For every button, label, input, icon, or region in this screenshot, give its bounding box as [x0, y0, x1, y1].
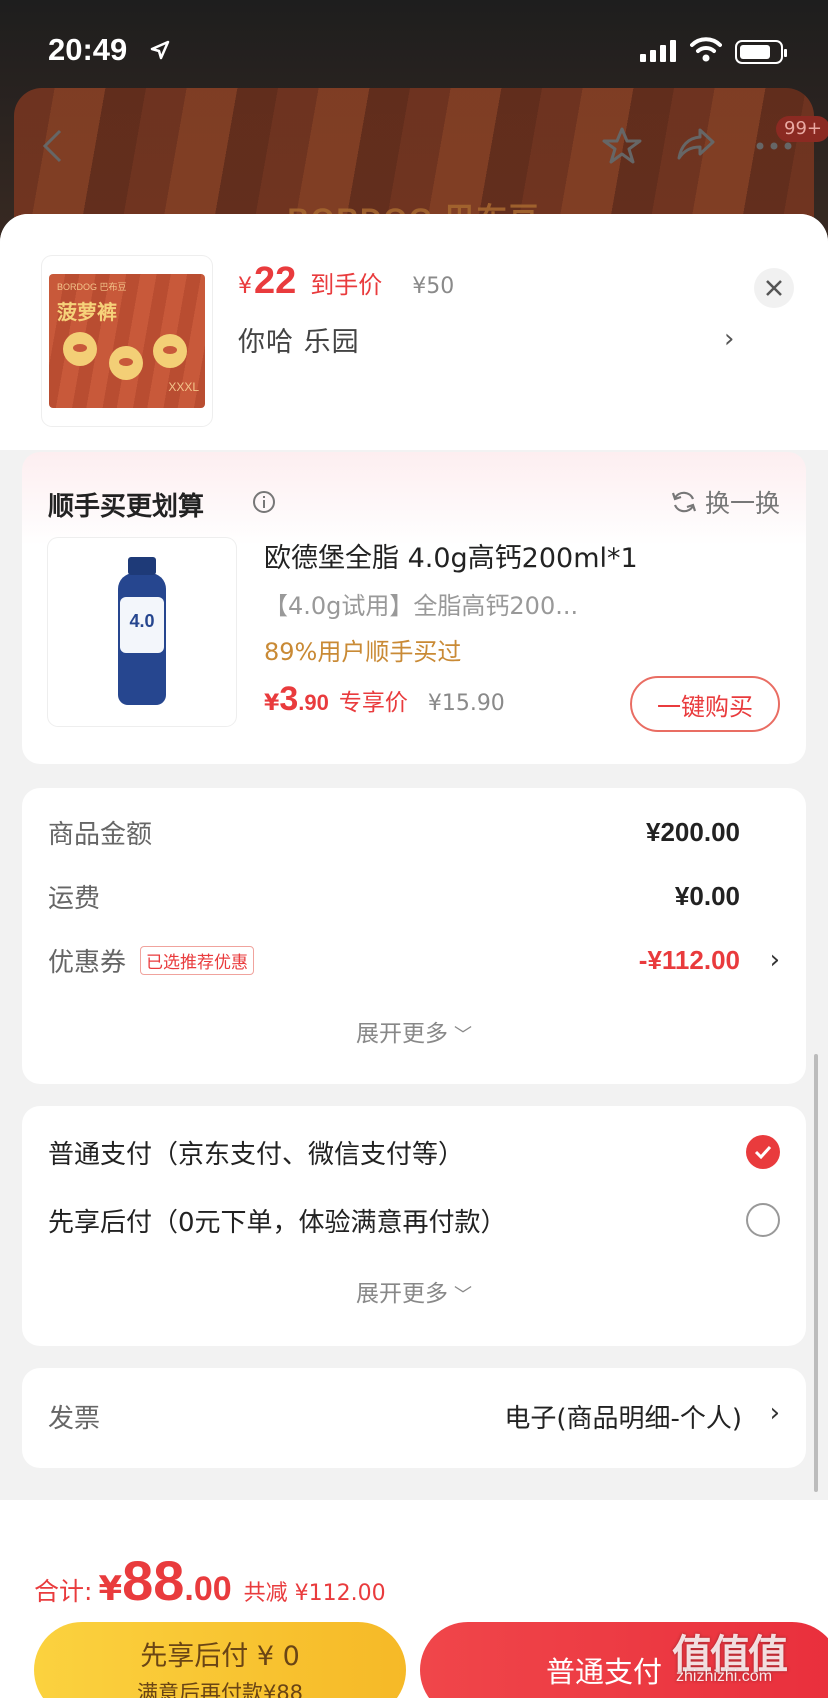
expand-more-button[interactable]: 展开更多 ﹀	[22, 1274, 806, 1308]
product-price: ¥ 22 到手价 ¥50	[238, 260, 454, 303]
coupon-value: -¥112.00	[638, 944, 740, 975]
invoice-card[interactable]: 发票 电子(商品明细-个人) ›	[22, 1368, 806, 1468]
star-icon[interactable]	[602, 126, 642, 166]
upsell-price-tag: 专享价	[338, 690, 408, 716]
total-dec: .00	[184, 1570, 232, 1608]
payment-option-normal-label: 普通支付（京东支付、微信支付等）	[48, 1139, 465, 1170]
milk-bottle-image: 4.0	[116, 557, 168, 707]
chevron-down-icon: ﹀	[454, 1025, 472, 1046]
close-icon	[766, 280, 782, 296]
shipping-label: 运费	[48, 883, 101, 914]
order-summary-card: 商品金额 ¥200.00 运费 ¥0.00 优惠券 已选推荐优惠 -¥112.0…	[22, 788, 806, 1084]
pay-later-line1: 先享后付 ¥ 0	[140, 1641, 300, 1672]
price-tag: 到手价	[310, 271, 383, 299]
upsell-card: 顺手买更划算 换一换 4.0 欧德堡全脂 4.0g高钙200ml*1 【4.0g…	[22, 452, 806, 764]
cart-count-badge: 99+	[776, 116, 828, 142]
upsell-yen: ¥	[264, 691, 280, 716]
payment-option-later[interactable]: 先享后付（0元下单，体验满意再付款）	[48, 1200, 780, 1240]
more-icon[interactable]	[756, 142, 792, 150]
upsell-product-desc: 【4.0g试用】全脂高钙200...	[264, 592, 579, 620]
payment-method-card: 普通支付（京东支付、微信支付等） 先享后付（0元下单，体验满意再付款） 展开更多…	[22, 1106, 806, 1346]
watermark-url: zhizhizhi.com	[676, 1668, 773, 1685]
payment-option-normal[interactable]: 普通支付（京东支付、微信支付等）	[48, 1132, 780, 1172]
sheet-header: BORDOG 巴布豆 菠萝裤 XXXL ¥ 22 到手价 ¥50 你哈 乐园 ›	[0, 214, 828, 450]
radio-checked-icon[interactable]	[746, 1135, 780, 1169]
chevron-right-icon[interactable]: ›	[770, 1398, 780, 1428]
pay-later-button[interactable]: 先享后付 ¥ 0 满意后再付款¥88	[34, 1622, 406, 1698]
coupon-label: 优惠券	[48, 947, 127, 978]
normal-pay-label: 普通支付	[546, 1655, 663, 1689]
chevron-down-icon: ﹀	[454, 1285, 472, 1306]
total-yen: ¥	[98, 1569, 123, 1609]
order-total: 合计: ¥ 88 .00 共减 ¥112.00	[34, 1548, 386, 1613]
goods-amount-row: 商品金额 ¥200.00	[48, 812, 780, 852]
upsell-price-int: 3	[279, 680, 299, 718]
price-value: 22	[254, 260, 297, 302]
radio-unchecked-icon[interactable]	[746, 1203, 780, 1237]
pay-later-line2: 满意后再付款¥88	[136, 1681, 304, 1698]
selected-spec[interactable]: 你哈 乐园	[238, 320, 360, 359]
chevron-right-icon[interactable]: ›	[770, 945, 780, 975]
invoice-label: 发票	[48, 1404, 101, 1434]
product-box-image: BORDOG 巴布豆 菠萝裤 XXXL	[49, 274, 205, 408]
back-icon[interactable]	[40, 128, 64, 164]
chevron-right-icon[interactable]: ›	[724, 324, 734, 354]
refresh-icon	[671, 491, 697, 513]
upsell-social-proof: 89%用户顺手买过	[264, 638, 462, 666]
location-arrow-icon	[150, 40, 170, 60]
wifi-icon	[690, 37, 722, 62]
close-button[interactable]	[754, 268, 794, 308]
goods-amount-label: 商品金额	[48, 819, 153, 850]
invoice-value: 电子(商品明细-个人)	[504, 1404, 742, 1434]
signal-icon	[640, 40, 676, 62]
price-yen: ¥	[238, 274, 252, 299]
status-bar: 20:49	[0, 0, 828, 100]
one-click-buy-button[interactable]: 一键购买	[630, 676, 780, 732]
product-thumbnail[interactable]: BORDOG 巴布豆 菠萝裤 XXXL	[42, 256, 212, 426]
coupon-row[interactable]: 优惠券 已选推荐优惠 -¥112.00 ›	[48, 940, 780, 980]
total-label: 合计:	[34, 1577, 93, 1606]
swap-button[interactable]: 换一换	[671, 484, 780, 520]
thumb-size: XXXL	[168, 380, 199, 394]
shipping-row: 运费 ¥0.00	[48, 876, 780, 916]
scrollbar[interactable]	[814, 1054, 818, 1492]
expand-more-label: 展开更多	[356, 1281, 448, 1307]
total-int: 88	[122, 1549, 185, 1612]
status-time: 20:49	[48, 32, 128, 67]
thumb-brand: BORDOG 巴布豆	[57, 282, 127, 292]
info-icon[interactable]	[252, 490, 276, 514]
upsell-price-dec: .90	[298, 690, 329, 715]
goods-amount-value: ¥200.00	[646, 816, 740, 847]
upsell-product-name[interactable]: 欧德堡全脂 4.0g高钙200ml*1	[264, 536, 638, 575]
upsell-thumbnail[interactable]: 4.0	[48, 538, 236, 726]
expand-more-button[interactable]: 展开更多 ﹀	[22, 1014, 806, 1048]
upsell-original-price: ¥15.90	[427, 691, 505, 716]
original-price: ¥50	[412, 274, 455, 299]
share-icon[interactable]	[676, 126, 716, 162]
payment-option-later-label: 先享后付（0元下单，体验满意再付款）	[48, 1207, 507, 1238]
expand-more-label: 展开更多	[356, 1021, 448, 1047]
milk-label: 4.0	[120, 597, 164, 653]
shipping-value: ¥0.00	[674, 880, 740, 911]
total-saved: 共减 ¥112.00	[243, 1581, 386, 1606]
battery-icon	[735, 40, 787, 64]
upsell-title: 顺手买更划算	[48, 492, 205, 522]
upsell-price: ¥ 3 .90 专享价 ¥15.90	[264, 680, 505, 719]
swap-label: 换一换	[704, 489, 780, 518]
thumb-title: 菠萝裤	[57, 300, 117, 324]
coupon-tag: 已选推荐优惠	[140, 945, 255, 975]
checkout-sheet: BORDOG 巴布豆 菠萝裤 XXXL ¥ 22 到手价 ¥50 你哈 乐园 ›…	[0, 214, 828, 1698]
